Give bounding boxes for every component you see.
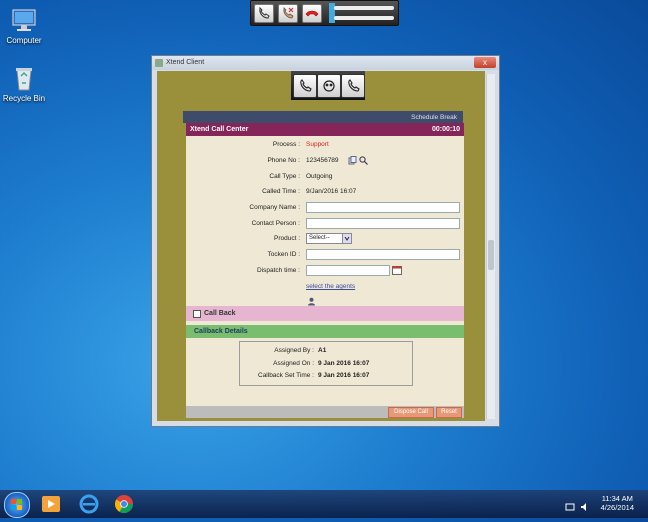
assigned-on-row: Assigned On : 9 Jan 2016 16:07 [240, 359, 412, 369]
callback-details-header: Callback Details [186, 325, 464, 338]
contact-person-input[interactable] [306, 218, 460, 229]
search-icon[interactable] [359, 156, 368, 167]
window-title: Xtend Client [166, 59, 205, 66]
field-contact: Contact Person : [186, 218, 464, 230]
desktop-icon-recycle-bin[interactable]: Recycle Bin [0, 66, 54, 103]
field-label: Call Type : [269, 173, 300, 180]
client-frame: Schedule Break Xtend Call Center 00:00:1… [157, 71, 485, 421]
computer-icon [10, 8, 38, 34]
field-label: Phone No : [267, 157, 300, 164]
reset-button[interactable]: Reset [436, 407, 462, 418]
callback-set-time-row: Callback Set Time : 9 Jan 2016 16:07 [240, 371, 412, 381]
field-label: Company Name : [249, 204, 300, 211]
token-id-input[interactable] [306, 249, 460, 260]
transfer-button[interactable] [278, 4, 298, 23]
call-control-bar [291, 71, 365, 100]
network-icon[interactable] [565, 499, 575, 517]
called-time-value: 9/Jan/2016 16:07 [306, 188, 357, 195]
desktop-icon-computer[interactable]: Computer [0, 8, 54, 45]
field-product: Product : Select-- [186, 233, 464, 245]
field-label: Product : [273, 235, 300, 242]
dial-button[interactable] [254, 4, 274, 23]
field-call-type: Call Type : Outgoing [186, 171, 464, 183]
chevron-down-icon [342, 234, 351, 243]
panel-title: Xtend Call Center [190, 126, 249, 133]
taskbar: 11:34 AM 4/26/2014 [0, 490, 648, 518]
desktop-icon-label: Computer [6, 36, 42, 45]
windows-logo-icon [5, 499, 29, 521]
calendar-icon[interactable] [392, 265, 402, 277]
media-player-icon [40, 496, 62, 519]
assigned-on-value: 9 Jan 2016 16:07 [318, 360, 370, 367]
field-dispatch: Dispatch time : [186, 265, 464, 277]
field-label: Tocken ID : [267, 251, 300, 258]
schedule-break-link[interactable]: Schedule Break [411, 114, 457, 121]
field-label: Process : [272, 141, 300, 148]
internet-explorer-icon [78, 494, 100, 519]
select-agents-link[interactable]: select the agents [306, 283, 355, 290]
field-process: Process : Support [186, 139, 464, 151]
clock-date: 4/26/2014 [600, 503, 634, 512]
scrollbar-thumb[interactable] [488, 240, 494, 270]
volume-icon[interactable] [580, 499, 590, 517]
detail-label: Assigned By : [274, 347, 314, 354]
taskbar-chrome[interactable] [113, 493, 135, 515]
conference-button[interactable] [317, 74, 341, 98]
field-token: Tocken ID : [186, 249, 464, 261]
details-title: Callback Details [194, 328, 248, 335]
field-company: Company Name : [186, 202, 464, 214]
call-timer: 00:00:10 [431, 126, 460, 133]
window-close-button[interactable]: x [474, 57, 496, 68]
select-agents-row: select the agents [186, 281, 464, 293]
mic-slider-track[interactable] [334, 16, 394, 20]
window-titlebar[interactable]: Xtend Client x [152, 56, 499, 70]
xtend-client-window: Xtend Client x Schedule Break Xtend Call… [151, 55, 500, 427]
close-icon: x [483, 58, 487, 67]
hangup-button[interactable] [302, 4, 322, 23]
detail-label: Callback Set Time : [258, 372, 314, 379]
field-phone: Phone No : 123456789 [186, 155, 464, 167]
callback-details-box: Assigned By : A1 Assigned On : 9 Jan 201… [239, 341, 413, 386]
field-label: Contact Person : [251, 220, 300, 227]
callback-section: Call Back [186, 306, 464, 321]
window-scrollbar[interactable] [486, 74, 495, 419]
panel-footer: Dispose Call Reset [186, 406, 464, 418]
assigned-by-row: Assigned By : A1 [240, 346, 412, 356]
start-button[interactable] [4, 492, 30, 518]
phone-value: 123456789 [306, 157, 339, 164]
assigned-by-value: A1 [318, 347, 327, 354]
taskbar-media-player[interactable] [40, 493, 62, 515]
recycle-bin-icon [10, 66, 38, 92]
call-toolbar [250, 0, 399, 26]
copy-icon[interactable] [348, 156, 357, 167]
callback-checkbox[interactable] [193, 310, 201, 318]
product-select-value: Select-- [309, 235, 330, 241]
panel-header: Xtend Call Center 00:00:10 [186, 123, 464, 136]
volume-slider-track[interactable] [334, 6, 394, 10]
field-called-time: Called Time : 9/Jan/2016 16:07 [186, 186, 464, 198]
field-label: Called Time : [262, 188, 300, 195]
dispatch-time-input[interactable] [306, 265, 390, 276]
field-label: Dispatch time : [257, 267, 300, 274]
desktop-icon-label: Recycle Bin [2, 94, 46, 103]
process-value: Support [306, 141, 329, 148]
product-select[interactable]: Select-- [306, 233, 352, 244]
detail-label: Assigned On : [273, 360, 314, 367]
clock-time: 11:34 AM [601, 494, 633, 503]
call-type-value: Outgoing [306, 173, 333, 180]
callback-label: Call Back [204, 310, 236, 317]
system-clock[interactable]: 11:34 AM 4/26/2014 [601, 494, 634, 512]
app-icon [155, 59, 163, 67]
chrome-icon [113, 495, 135, 519]
dispose-call-button[interactable]: Dispose Call [388, 407, 434, 418]
answer-button[interactable] [293, 74, 317, 98]
callback-set-time-value: 9 Jan 2016 16:07 [318, 372, 370, 379]
call-center-panel: Xtend Call Center 00:00:10 Process : Sup… [186, 123, 464, 418]
company-name-input[interactable] [306, 202, 460, 213]
callback-phone-button[interactable] [341, 74, 365, 98]
taskbar-ie[interactable] [78, 493, 100, 515]
